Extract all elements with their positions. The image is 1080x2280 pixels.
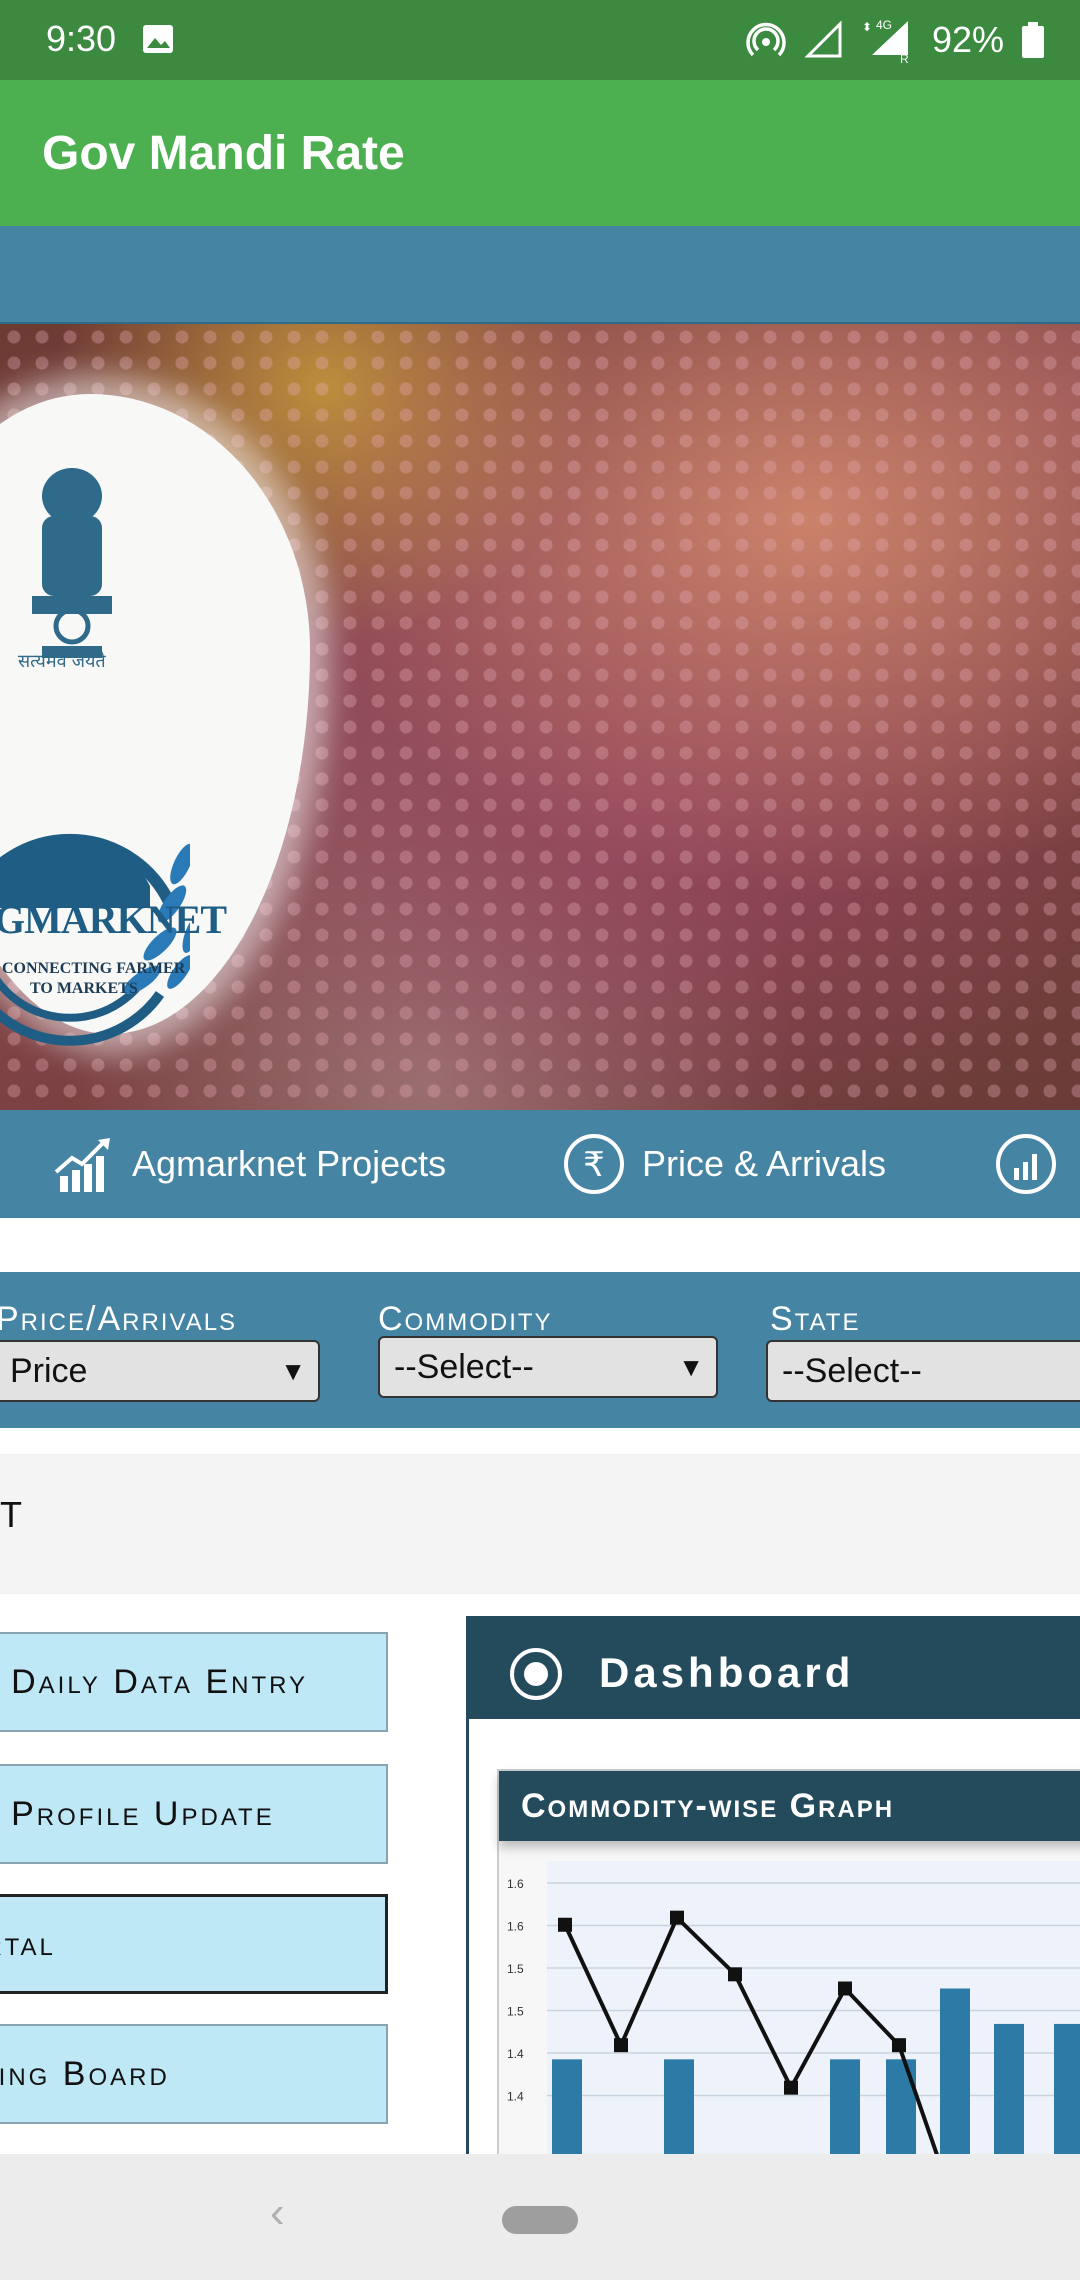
filter-bar: Price/Arrivals Price ▼ Commodity --Selec… [0,1272,1080,1428]
photo-icon [143,25,173,53]
top-strip [0,226,1080,324]
state-select[interactable]: --Select-- [766,1340,1080,1402]
target-icon [510,1648,562,1700]
chart-y-tick-label: 1.6 [507,1920,524,1934]
stats-circle-icon [996,1134,1056,1194]
profile-update-button[interactable]: et Profile Update [0,1764,388,1864]
system-nav-bar: ‹ [0,2154,1080,2280]
chart-point [784,2080,798,2095]
chart-y-tick-label: 1.4 [507,2090,524,2104]
chart-point [892,2038,906,2053]
chart-bar [552,2059,582,2154]
chart-bar [664,2059,694,2154]
svg-text:₹: ₹ [583,1145,605,1185]
chart-growth-icon [54,1138,110,1192]
state-label: State [770,1300,861,1338]
chart-point [728,1967,742,1982]
app-bar: Gov Mandi Rate [0,80,1080,226]
home-pill-button[interactable] [502,2206,578,2234]
chart-y-tick-label: 1.6 [507,1877,524,1891]
chevron-down-icon: ▼ [280,1356,306,1386]
chart-point [558,1917,572,1932]
network-4g-icon: ⬍ 4G R [862,18,909,63]
chart-y-tick-label: 1.4 [507,2047,524,2061]
commodity-label: Commodity [378,1300,553,1338]
nav-item-label: Price & Arrivals [642,1143,887,1184]
nav-item-agmarknet-projects[interactable]: Agmarknet Projects [52,1110,446,1218]
app-title: Gov Mandi Rate [42,127,405,180]
marketing-board-button[interactable]: eting Board [0,2024,388,2124]
daily-data-entry-button[interactable]: et Daily Data Entry [0,1632,388,1732]
chart-y-tick-label: 1.5 [507,1962,524,1976]
status-time: 9:30 [46,18,117,59]
emblem-motto: सत्यमेव जयते [18,651,106,671]
portal-button[interactable]: ortal [0,1894,388,1994]
commodity-select[interactable]: --Select-- ▼ [378,1336,718,1398]
price-arrivals-select[interactable]: Price ▼ [0,1340,320,1402]
chart-bar [886,2059,916,2154]
svg-text:⬍: ⬍ [862,20,872,34]
hotspot-icon [746,22,786,57]
chart-bar [994,2023,1024,2154]
nav-item-stats[interactable] [994,1110,1058,1218]
price-arrivals-label: Price/Arrivals [0,1300,238,1338]
svg-text:4G: 4G [876,18,892,32]
dashboard-panel: Dashboard Commodity-wise Graph 1.6 1.6 1.5… [466,1616,1080,2154]
status-bar: 9:30 ⬍ 4G R 92% [0,0,1080,80]
commodity-graph-card[interactable]: Commodity-wise Graph 1.6 1.6 1.5 1.5 1.4 1.4 [497,1769,1080,2154]
status-icons: ⬍ 4G R 92% [746,14,1044,66]
webview[interactable]: सत्यमेव जयते GMARKNET CONNECTING FARMER … [0,226,1080,2154]
battery-percent: 92% [931,19,1004,60]
svg-text:R: R [900,52,909,63]
hero-banner: सत्यमेव जयते GMARKNET CONNECTING FARMER … [0,324,1080,1110]
info-band: T [0,1454,1080,1594]
dashboard-header: Dashboard [469,1619,1080,1719]
nav-strip: Agmarknet Projects ₹ Price & Arrivals [0,1110,1080,1218]
graph-title: Commodity-wise Graph [521,1787,895,1825]
chevron-down-icon: ▼ [678,1352,704,1382]
battery-icon [1022,22,1044,58]
back-icon[interactable]: ‹ [270,2188,285,2238]
chart-point [670,1910,684,1925]
nav-item-price-arrivals[interactable]: ₹ Price & Arrivals [562,1110,886,1218]
agmarknet-tagline: CONNECTING FARMER [2,960,186,977]
dashboard-title: Dashboard [599,1649,855,1696]
agmarknet-logo-text: GMARKNET [0,897,227,942]
chart-bar [830,2059,860,2154]
rupee-icon: ₹ [564,1134,624,1194]
chart-point [614,2038,628,2053]
agmarknet-tagline: TO MARKETS [30,980,138,997]
chart-bar [940,1988,970,2154]
chart-y-tick-label: 1.5 [507,2005,524,2019]
nav-item-label: Agmarknet Projects [132,1143,447,1184]
signal-icon [804,20,842,58]
chart-point [838,1981,852,1996]
chart-bar [1054,2023,1080,2154]
info-text: T [0,1494,22,1535]
graph-header: Commodity-wise Graph [499,1771,1080,1841]
commodity-chart: 1.6 1.6 1.5 1.5 1.4 1.4 [507,1861,1080,2154]
